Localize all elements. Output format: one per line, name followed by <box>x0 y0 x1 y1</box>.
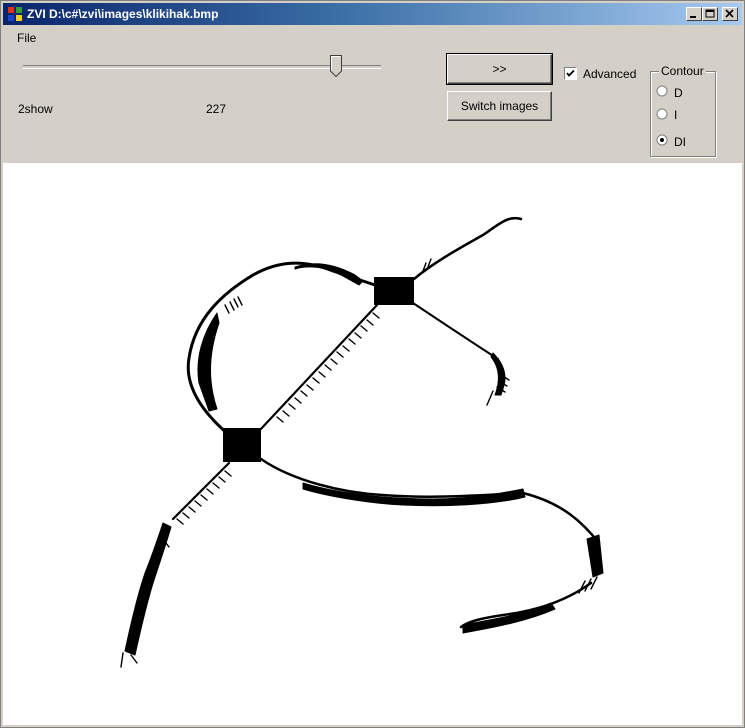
maximize-button[interactable] <box>702 7 718 21</box>
menu-file[interactable]: File <box>17 31 36 45</box>
threshold-slider-track[interactable] <box>23 65 381 69</box>
radio-di[interactable] <box>656 134 668 146</box>
label-2show: 2show <box>18 102 53 116</box>
minimize-button[interactable] <box>686 7 702 21</box>
radio-i-label: I <box>674 108 678 122</box>
app-window: ZVI D:\c#\zvi\images\klikihak.bmp File 2… <box>0 0 745 728</box>
radio-d-label: D <box>674 86 683 100</box>
slider-value-label: 227 <box>206 102 227 116</box>
title-bar[interactable]: ZVI D:\c#\zvi\images\klikihak.bmp <box>3 3 742 25</box>
radio-d[interactable] <box>656 85 668 97</box>
maximize-icon <box>705 9 715 18</box>
image-canvas[interactable] <box>3 163 742 725</box>
close-button[interactable] <box>722 7 738 21</box>
radio-i[interactable] <box>656 108 668 120</box>
checkmark-icon <box>566 69 575 77</box>
threshold-slider-thumb[interactable] <box>330 55 342 77</box>
switch-images-button[interactable]: Switch images <box>447 91 552 121</box>
advanced-label: Advanced <box>583 67 637 81</box>
advanced-checkbox[interactable] <box>564 67 577 80</box>
radio-di-label: DI <box>674 135 686 149</box>
window-title: ZVI D:\c#\zvi\images\klikihak.bmp <box>27 7 219 21</box>
skeleton-drawing <box>120 216 604 668</box>
next-button[interactable]: >> <box>446 53 553 85</box>
app-icon <box>8 7 22 21</box>
contour-group-title: Contour <box>659 64 706 78</box>
minimize-icon <box>690 16 696 18</box>
close-icon <box>725 9 734 18</box>
menu-bar: File <box>3 27 742 49</box>
